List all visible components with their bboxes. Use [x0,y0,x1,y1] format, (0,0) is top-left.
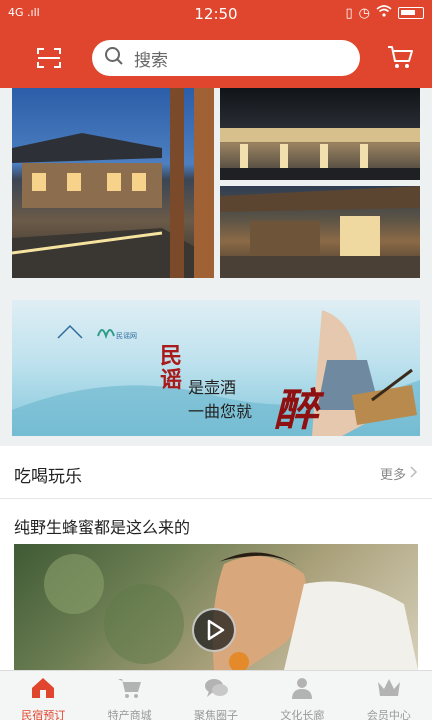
promo-banner[interactable]: 民谣网 民 谣 是壶酒 一曲您就 醉 [12,300,420,436]
search-placeholder: 搜索 [134,50,168,71]
article-title[interactable]: 纯野生蜂蜜都是这么来的 [14,514,190,538]
courtyard-photo[interactable] [12,88,214,278]
banner-emphasis: 醉 [274,385,318,436]
search-input[interactable]: 搜索 [92,40,360,76]
cart-icon[interactable] [386,44,414,70]
tab-label: 会员中心 [366,709,411,720]
house-icon [30,676,56,704]
homestay-photo-grid [0,88,432,288]
banner-char-1: 民 [160,343,183,369]
section-title: 吃喝玩乐 [14,467,82,487]
banner-headline: 民 谣 [160,344,182,392]
banner-char-2: 谣 [160,367,183,393]
alarm-icon: ◷ [358,5,370,21]
corridor-night-photo[interactable] [220,88,420,180]
scan-icon[interactable] [36,46,62,70]
bottom-tab-bar: 民宿预订 特产商城 聚焦圈子 文化长廊 会员中心 [0,670,432,720]
tab-specialty-mall[interactable]: 特产商城 [86,671,172,720]
search-icon [104,46,124,70]
banner-logo [56,322,156,344]
tab-label: 民宿预订 [21,709,66,720]
article-video-thumbnail[interactable] [14,544,418,670]
vibrate-icon: ▯ [345,5,353,21]
banner-line-3: 一曲您就 [188,402,253,421]
tab-label: 特产商城 [107,709,152,720]
tab-culture[interactable]: 文化长廊 [259,671,345,720]
tab-label: 文化长廊 [280,709,325,720]
tab-member-center[interactable]: 会员中心 [346,671,432,720]
banner-line-2: 是壶酒 [188,378,237,397]
status-icons: ▯ ◷ [345,5,424,21]
battery-icon [398,7,424,19]
tab-circles[interactable]: 聚焦圈子 [173,671,259,720]
more-link[interactable]: 更多 [380,464,418,483]
play-icon[interactable] [192,608,236,652]
cart-icon [117,676,143,704]
app-header: 搜索 [0,28,432,88]
tab-homestay[interactable]: 民宿预订 [0,671,86,720]
status-bar: 4G .ıll 12:50 ▯ ◷ [0,0,432,28]
tab-label: 聚焦圈子 [194,709,239,720]
chevron-right-icon [410,465,418,482]
terrace-photo[interactable] [220,186,420,278]
more-label: 更多 [379,468,406,483]
wifi-icon [376,5,392,21]
chat-bubble-icon [203,676,229,704]
person-icon [289,676,315,704]
divider [0,498,432,499]
crown-icon [376,676,402,704]
banner-logo-caption: 民谣网 [116,332,137,340]
